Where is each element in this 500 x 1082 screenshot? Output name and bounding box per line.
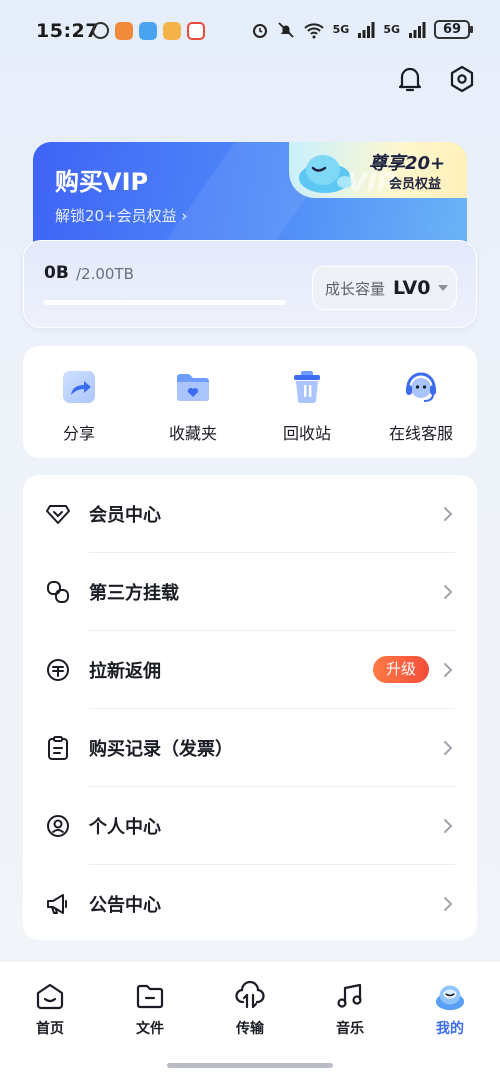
profile-mascot-icon: [434, 980, 466, 1012]
coin-icon: [45, 657, 71, 683]
quick-action-label: 收藏夹: [168, 424, 217, 443]
nav-label: 音乐: [336, 1021, 364, 1037]
signal-bars-icon: [358, 21, 375, 38]
menu-item-label: 购买记录（发票）: [89, 738, 233, 760]
app-notification-icon: [163, 22, 181, 40]
battery-icon: 69: [434, 20, 473, 39]
menu-item-personal-center[interactable]: 个人中心: [23, 787, 477, 864]
menu-item-label: 个人中心: [89, 816, 161, 838]
wifi-icon: [303, 22, 324, 38]
menu-item-referral-commission[interactable]: 拉新返佣 升级: [23, 631, 477, 708]
nav-label: 文件: [136, 1021, 164, 1037]
alarm-icon: [252, 23, 267, 38]
quick-action-label: 分享: [62, 424, 95, 443]
menu-item-label: 会员中心: [89, 504, 161, 526]
level-label: 成长容量: [325, 279, 386, 298]
menu-item-label: 拉新返佣: [89, 660, 161, 682]
nav-transfer[interactable]: 传输: [200, 980, 300, 1038]
nav-files[interactable]: 文件: [100, 980, 200, 1038]
link-icon: [45, 579, 71, 605]
quick-action-favorites[interactable]: 收藏夹: [143, 368, 243, 444]
menu-item-purchase-records[interactable]: 购买记录（发票）: [23, 709, 477, 786]
vip-subtitle-link[interactable]: 解锁20+会员权益 ›: [55, 205, 187, 226]
nav-music[interactable]: 音乐: [300, 980, 400, 1038]
vip-badge-line1: 尊享20+: [369, 153, 446, 174]
chevron-right-icon: [441, 896, 455, 911]
user-icon: [45, 813, 71, 839]
quick-action-recycle-bin[interactable]: 回收站: [257, 368, 357, 444]
caret-down-icon: [438, 285, 449, 291]
home-indicator[interactable]: [167, 1063, 333, 1068]
app-notification-icon: [139, 22, 157, 40]
nav-profile[interactable]: 我的: [400, 980, 500, 1038]
status-indicators: 5G 5G 69: [251, 20, 473, 39]
share-icon: [60, 368, 98, 406]
menu-item-label: 第三方挂载: [89, 582, 179, 604]
clipboard-icon: [45, 735, 71, 761]
chevron-right-icon: [441, 506, 455, 521]
app-notification-icon: [92, 22, 109, 39]
signal-bars-icon: [409, 21, 426, 38]
storage-total: /2.00TB: [76, 265, 134, 283]
quick-action-label: 回收站: [282, 424, 331, 443]
nav-home[interactable]: 首页: [0, 980, 100, 1038]
notification-icons: [92, 22, 205, 40]
menu-item-third-party-mount[interactable]: 第三方挂载: [23, 553, 477, 630]
menu-item-vip-center[interactable]: 会员中心: [23, 475, 477, 552]
mute-icon: [277, 21, 294, 38]
quick-action-label: 在线客服: [388, 424, 453, 443]
signal-label: 5G: [332, 23, 350, 36]
menu-item-announcement-center[interactable]: 公告中心: [23, 865, 477, 942]
nav-label: 传输: [236, 1021, 264, 1037]
menu-list: 会员中心 第三方挂载 拉新返佣 升级 购买记录（发票） 个人中心 公告中心: [23, 475, 477, 940]
storage-progress-bar: [44, 300, 286, 305]
storage-card[interactable]: 0B /2.00TB 成长容量 LV0: [23, 240, 477, 328]
settings-button[interactable]: [445, 62, 479, 96]
bell-icon: [398, 67, 422, 92]
menu-item-label: 公告中心: [89, 894, 161, 916]
diamond-icon: [45, 501, 71, 527]
quick-actions-card: 分享 收藏夹 回收站 在线客服: [23, 346, 477, 458]
chevron-right-icon: [441, 740, 455, 755]
level-value: LV0: [393, 277, 431, 299]
folder-icon: [134, 980, 166, 1012]
nav-label: 我的: [436, 1021, 464, 1037]
home-icon: [34, 980, 66, 1012]
quick-action-customer-service[interactable]: 在线客服: [371, 368, 471, 444]
storage-used: 0B: [44, 263, 69, 283]
app-notification-icon: [115, 22, 133, 40]
signal-label: 5G: [383, 23, 400, 36]
upgrade-badge: 升级: [373, 656, 429, 683]
vip-benefits-badge: VIP 尊享20+ 会员权益: [289, 142, 467, 198]
chevron-right-icon: [441, 584, 455, 599]
recycle-bin-icon: [288, 368, 326, 406]
music-icon: [334, 980, 366, 1012]
megaphone-icon: [45, 891, 71, 917]
notifications-button[interactable]: [393, 62, 427, 96]
vip-title: 购买VIP: [55, 168, 149, 196]
app-notification-icon: [187, 22, 205, 40]
customer-service-icon: [402, 368, 440, 406]
vip-badge-line2: 会员权益: [389, 177, 442, 192]
nav-label: 首页: [36, 1021, 64, 1037]
favorites-folder-icon: [174, 368, 212, 406]
growth-level-dropdown[interactable]: 成长容量 LV0: [312, 266, 457, 310]
chevron-right-icon: [441, 818, 455, 833]
settings-hexagon-icon: [450, 65, 474, 93]
chevron-right-icon: [441, 662, 455, 677]
quick-action-share[interactable]: 分享: [29, 368, 129, 444]
status-bar: 15:27 5G 5G 69: [0, 0, 500, 64]
transfer-icon: [234, 980, 266, 1012]
status-time: 15:27: [36, 20, 99, 42]
